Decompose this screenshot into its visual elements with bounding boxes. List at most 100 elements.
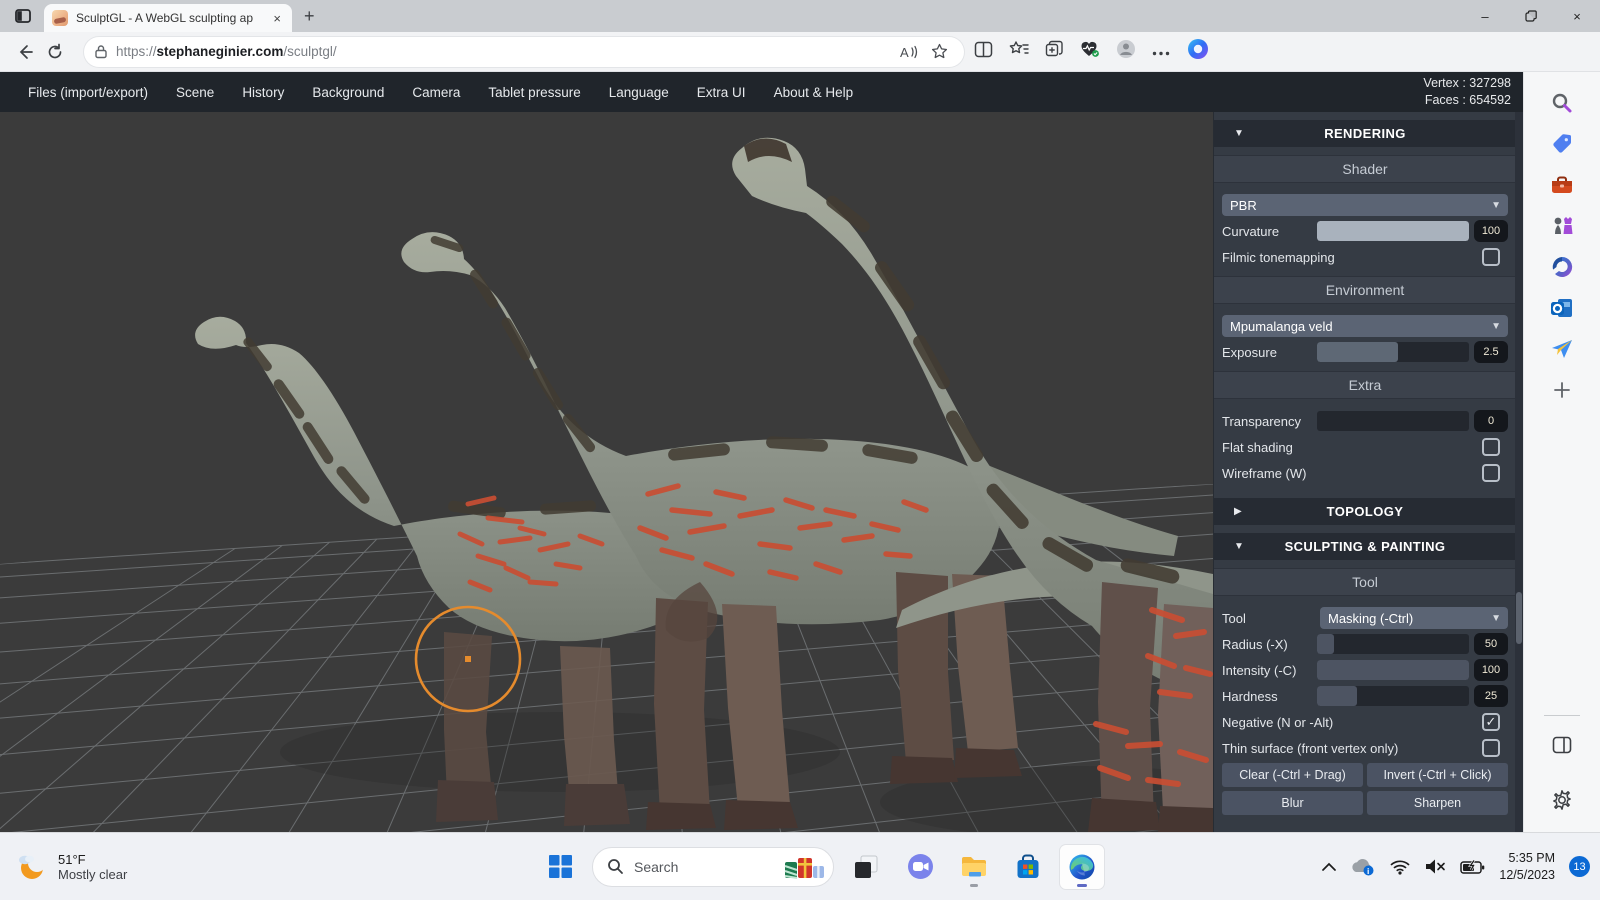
sidebar-add-button[interactable] (1542, 369, 1582, 410)
sidebar-search-button[interactable] (1542, 82, 1582, 123)
section-topology[interactable]: ▶ TOPOLOGY (1214, 498, 1516, 525)
tab-close-icon[interactable]: × (270, 11, 284, 26)
scrollbar-thumb[interactable] (1516, 592, 1522, 644)
panel-scrollbar[interactable] (1515, 112, 1523, 832)
environment-select[interactable]: Mpumalanga veld▼ (1222, 315, 1508, 337)
wifi-icon[interactable] (1390, 859, 1410, 875)
svg-text:i: i (1367, 866, 1369, 876)
radius-slider[interactable] (1317, 634, 1469, 654)
refresh-button[interactable] (40, 37, 70, 67)
active-tab[interactable]: SculptGL - A WebGL sculpting ap × (44, 4, 292, 32)
tab-title: SculptGL - A WebGL sculpting ap (76, 11, 264, 25)
hardness-value[interactable]: 25 (1474, 685, 1508, 707)
add-favorite-button[interactable] (924, 37, 954, 67)
flat-shading-checkbox[interactable] (1482, 438, 1500, 456)
invert-mask-button[interactable]: Invert (-Ctrl + Click) (1367, 763, 1508, 787)
clock[interactable]: 5:35 PM 12/5/2023 (1499, 850, 1555, 884)
split-screen-button[interactable] (974, 41, 993, 63)
sidebar-settings-button[interactable] (1542, 779, 1582, 820)
profile-button[interactable] (1116, 39, 1136, 64)
collections-icon (1045, 40, 1064, 58)
notification-badge[interactable]: 13 (1569, 856, 1590, 877)
toolbox-icon (1550, 174, 1574, 196)
restore-button[interactable] (1508, 0, 1554, 32)
blur-mask-button[interactable]: Blur (1222, 791, 1363, 815)
transparency-slider[interactable] (1317, 411, 1469, 431)
copilot-button[interactable] (1186, 37, 1210, 66)
edge-browser-button[interactable] (1060, 845, 1104, 889)
radius-value[interactable]: 50 (1474, 633, 1508, 655)
curvature-slider[interactable] (1317, 221, 1469, 241)
onedrive-icon[interactable]: i (1350, 858, 1376, 876)
taskbar-search-box[interactable]: Search (592, 847, 834, 887)
favorites-button[interactable] (1009, 40, 1029, 63)
tray-chevron-up-icon[interactable] (1322, 862, 1336, 871)
menu-camera[interactable]: Camera (412, 85, 460, 100)
menu-language[interactable]: Language (609, 85, 669, 100)
sidebar-outlook-button[interactable] (1542, 287, 1582, 328)
address-bar[interactable]: https://stephaneginier.com/sculptgl/ A (84, 37, 964, 67)
battery-icon[interactable] (1460, 859, 1485, 875)
browser-content: Files (import/export) Scene History Back… (0, 72, 1600, 832)
shader-select[interactable]: PBR▼ (1222, 194, 1508, 216)
weather-widget[interactable]: 51°F Mostly clear (14, 851, 127, 883)
collapse-arrow-icon[interactable]: ▼ (1234, 128, 1244, 139)
menu-background[interactable]: Background (312, 85, 384, 100)
new-tab-button[interactable]: + (304, 7, 315, 25)
sidebar-pane-button[interactable] (1542, 724, 1582, 765)
thin-surface-checkbox[interactable] (1482, 739, 1500, 757)
menu-scene[interactable]: Scene (176, 85, 214, 100)
sharpen-mask-button[interactable]: Sharpen (1367, 791, 1508, 815)
chat-button[interactable] (898, 845, 942, 889)
section-rendering[interactable]: ▼ RENDERING (1214, 120, 1516, 147)
wireframe-checkbox[interactable] (1482, 464, 1500, 482)
sidebar-drop-button[interactable] (1542, 328, 1582, 369)
collapse-arrow-icon[interactable]: ▶ (1234, 506, 1242, 517)
hardness-slider[interactable] (1317, 686, 1469, 706)
menu-about-help[interactable]: About & Help (774, 85, 854, 100)
sculpt-viewport[interactable] (0, 112, 1213, 832)
file-explorer-button[interactable] (952, 845, 996, 889)
thin-surface-row: Thin surface (front vertex only) (1218, 735, 1512, 761)
menu-files[interactable]: Files (import/export) (28, 85, 148, 100)
settings-more-button[interactable] (1152, 43, 1170, 61)
filmic-checkbox[interactable] (1482, 248, 1500, 266)
volume-muted-icon[interactable] (1424, 858, 1446, 875)
vertex-count: Vertex : 327298 (1423, 75, 1511, 92)
task-view-button[interactable] (844, 845, 888, 889)
browser-essentials-button[interactable] (1080, 40, 1100, 63)
close-window-button[interactable]: × (1554, 0, 1600, 32)
section-sculpting-painting[interactable]: ▼ SCULPTING & PAINTING (1214, 533, 1516, 560)
collections-button[interactable] (1045, 40, 1064, 63)
back-button[interactable] (10, 37, 40, 67)
negative-checkbox-checked[interactable]: ✓ (1482, 713, 1500, 731)
transparency-value[interactable]: 0 (1474, 410, 1508, 432)
menu-history[interactable]: History (242, 85, 284, 100)
clear-mask-button[interactable]: Clear (-Ctrl + Drag) (1222, 763, 1363, 787)
collapse-arrow-icon[interactable]: ▼ (1234, 541, 1244, 552)
curvature-value[interactable]: 100 (1474, 220, 1508, 242)
url-text: https://stephaneginier.com/sculptgl/ (116, 44, 894, 59)
minimize-button[interactable]: – (1462, 0, 1508, 32)
radius-row: Radius (-X) 50 (1218, 631, 1512, 657)
more-dots-icon (1152, 51, 1170, 56)
intensity-slider[interactable] (1317, 660, 1469, 680)
sidebar-tools-button[interactable] (1542, 164, 1582, 205)
start-button[interactable] (538, 845, 582, 889)
sidebar-shopping-button[interactable] (1542, 123, 1582, 164)
read-aloud-button[interactable]: A (894, 37, 924, 67)
exposure-slider[interactable] (1317, 342, 1469, 362)
profile-icon (1116, 39, 1136, 59)
lock-icon (94, 44, 108, 59)
menu-tablet-pressure[interactable]: Tablet pressure (488, 85, 580, 100)
microsoft-store-button[interactable] (1006, 845, 1050, 889)
tool-select[interactable]: Masking (-Ctrl)▼ (1320, 607, 1508, 629)
exposure-value[interactable]: 2.5 (1474, 341, 1508, 363)
intensity-value[interactable]: 100 (1474, 659, 1508, 681)
tab-actions-menu-icon[interactable] (8, 4, 38, 28)
sidebar-games-button[interactable] (1542, 205, 1582, 246)
tray-date: 12/5/2023 (1499, 867, 1555, 884)
menu-extra-ui[interactable]: Extra UI (697, 85, 746, 100)
intensity-row: Intensity (-C) 100 (1218, 657, 1512, 683)
sidebar-m365-copilot-button[interactable] (1542, 246, 1582, 287)
